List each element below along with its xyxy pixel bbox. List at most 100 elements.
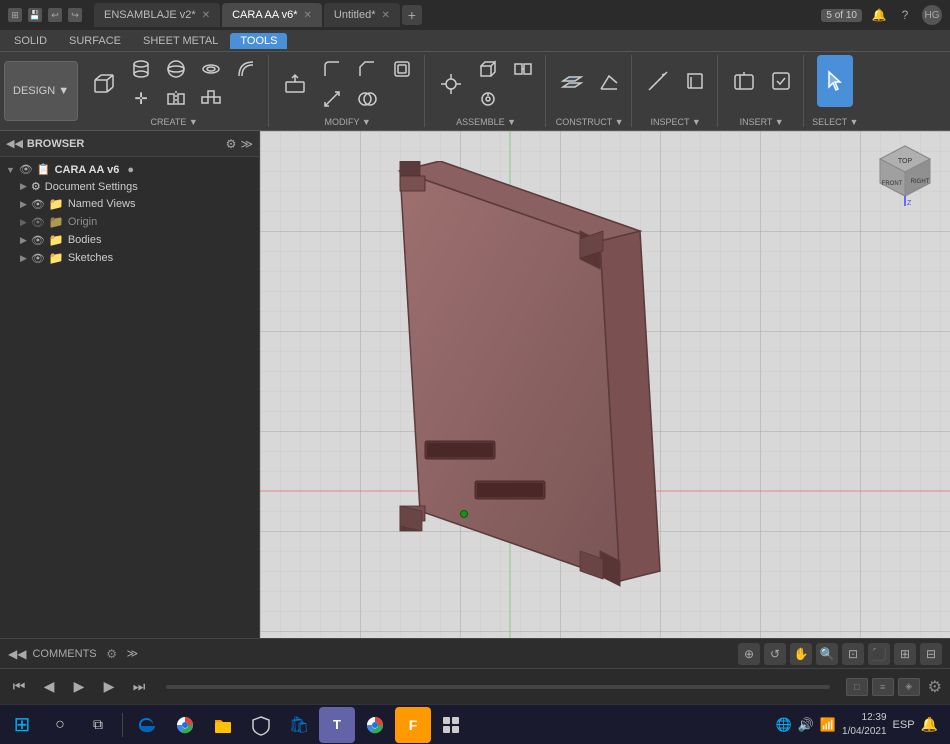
bottom-collapse-icon[interactable]: ◀◀ (8, 647, 26, 661)
frame-icon-3[interactable]: ◈ (898, 678, 920, 696)
tab-cara[interactable]: CARA AA v6* ✕ (222, 3, 322, 27)
collapse-icon[interactable]: ◀◀ (6, 137, 23, 150)
fit-view-icon[interactable]: ⊡ (842, 643, 864, 665)
tree-item-named-views[interactable]: ▶ 👁 📁 Named Views (0, 195, 259, 213)
modify-combine-tool[interactable] (351, 85, 383, 113)
tree-item-sketches[interactable]: ▶ 👁 📁 Sketches (0, 249, 259, 267)
play-button[interactable]: ▶ (68, 676, 90, 698)
viewport[interactable]: TOP RIGHT FRONT Z (260, 131, 950, 638)
modify-shell-tool[interactable] (386, 55, 418, 83)
eye-icon[interactable]: 👁 (31, 252, 45, 265)
clock[interactable]: 12:39 1/04/2021 (842, 711, 887, 739)
volume-icon[interactable]: 🔊 (798, 717, 814, 733)
help-icon[interactable]: ? (896, 6, 914, 24)
windows-start-button[interactable]: ⊞ (4, 707, 40, 743)
undo-icon[interactable]: ↩ (48, 8, 62, 22)
construct-offset-plane[interactable] (554, 55, 590, 107)
assemble-new-component[interactable] (472, 55, 504, 83)
save-icon[interactable]: 💾 (28, 8, 42, 22)
create-mirror-tool[interactable] (160, 85, 192, 113)
store-icon[interactable]: 🛍 (281, 707, 317, 743)
eye-icon[interactable]: 👁 (31, 198, 45, 211)
go-start-button[interactable]: ⏮ (8, 676, 30, 698)
tree-root-item[interactable]: ▼ 👁 📋 CARA AA v6 ● (0, 161, 259, 178)
zoom-icon[interactable]: 🔍 (816, 643, 838, 665)
assemble-drive-joint[interactable] (472, 85, 504, 113)
teams-icon[interactable]: T (319, 707, 355, 743)
security-icon[interactable] (243, 707, 279, 743)
pan-icon[interactable]: ✋ (790, 643, 812, 665)
3d-model[interactable] (310, 161, 830, 638)
close-icon[interactable]: ✕ (382, 10, 390, 21)
assemble-rigid-group[interactable] (507, 55, 539, 83)
tab-sheet-metal[interactable]: SHEET METAL (133, 33, 228, 49)
tree-item-doc-settings[interactable]: ▶ ⚙ Document Settings (0, 178, 259, 195)
animation-settings-icon[interactable]: ⚙ (928, 677, 942, 697)
eye-icon[interactable]: 👁 (19, 163, 33, 176)
edge-icon[interactable] (129, 707, 165, 743)
fusion360-icon[interactable]: F (395, 707, 431, 743)
grid-display-icon[interactable]: ⊞ (894, 643, 916, 665)
search-button[interactable]: ○ (42, 707, 78, 743)
modify-press-pull-tool[interactable] (277, 58, 313, 110)
modify-chamfer-tool[interactable] (351, 55, 383, 83)
assemble-joint-tool[interactable] (433, 58, 469, 110)
task-view-button[interactable]: ⧉ (80, 707, 116, 743)
frame-icon-1[interactable]: □ (846, 678, 868, 696)
create-move-tool[interactable]: ✛ (125, 85, 157, 113)
tab-tools[interactable]: TOOLS (230, 33, 287, 49)
user-avatar[interactable]: HG (922, 5, 942, 25)
timeline[interactable] (166, 685, 830, 689)
tab-surface[interactable]: SURFACE (59, 33, 131, 49)
tree-item-origin[interactable]: ▶ 👁 📁 Origin (0, 213, 259, 231)
close-icon[interactable]: ✕ (304, 10, 312, 21)
create-sphere-tool[interactable] (160, 55, 192, 83)
browser-expand-icon[interactable]: ≫ (240, 137, 253, 151)
orbit-icon[interactable]: ↺ (764, 643, 786, 665)
notifications-icon[interactable]: 🔔 (870, 6, 888, 24)
notification-center-icon[interactable]: 🔔 (921, 716, 938, 733)
design-button[interactable]: DESIGN ▼ (4, 61, 78, 121)
insert-svg-tool[interactable] (726, 55, 762, 107)
chrome-icon[interactable] (167, 707, 203, 743)
redo-icon[interactable]: ↪ (68, 8, 82, 22)
nav-cube[interactable]: TOP RIGHT FRONT Z (870, 141, 940, 211)
visible-icon[interactable]: ● (127, 164, 134, 176)
app-icon[interactable] (433, 707, 469, 743)
prev-frame-button[interactable]: ◀ (38, 676, 60, 698)
modify-fillet-tool[interactable] (316, 55, 348, 83)
inspect-section-analysis[interactable] (679, 67, 711, 95)
create-extrude-tool[interactable] (86, 58, 122, 110)
browser-settings-icon[interactable]: ⚙ (226, 137, 237, 151)
bottom-expand-icon[interactable]: ≫ (127, 647, 139, 660)
file-explorer-icon[interactable] (205, 707, 241, 743)
comments-settings-icon[interactable]: ⚙ (103, 645, 121, 663)
chrome2-icon[interactable] (357, 707, 393, 743)
go-end-button[interactable]: ⏭ (128, 676, 150, 698)
create-pattern-tool[interactable] (195, 85, 227, 113)
wifi-icon[interactable]: 📶 (820, 717, 836, 733)
create-torus-tool[interactable] (195, 55, 227, 83)
create-pipe-tool[interactable] (230, 55, 262, 83)
app-grid-icon[interactable]: ⊞ (8, 8, 22, 22)
insert-canvas-tool[interactable] (765, 67, 797, 95)
select-tool[interactable] (817, 55, 853, 107)
tab-untitled[interactable]: Untitled* ✕ (324, 3, 400, 27)
tree-item-bodies[interactable]: ▶ 👁 📁 Bodies (0, 231, 259, 249)
move-view-icon[interactable]: ⊕ (738, 643, 760, 665)
construct-plane-angle[interactable] (593, 67, 625, 95)
close-icon[interactable]: ✕ (202, 10, 210, 21)
visual-style-icon[interactable]: ⊟ (920, 643, 942, 665)
next-frame-button[interactable]: ▶ (98, 676, 120, 698)
network-icon[interactable]: 🌐 (775, 717, 791, 733)
tab-ensamblaje[interactable]: ENSAMBLAJE v2* ✕ (94, 3, 220, 27)
tab-solid[interactable]: SOLID (4, 33, 57, 49)
eye-icon[interactable]: 👁 (31, 216, 45, 229)
frame-icon-2[interactable]: ≡ (872, 678, 894, 696)
eye-icon[interactable]: 👁 (31, 234, 45, 247)
display-mode-icon[interactable]: ⬛ (868, 643, 890, 665)
create-cylinder-tool[interactable] (125, 55, 157, 83)
modify-scale-tool[interactable] (316, 85, 348, 113)
new-tab-button[interactable]: + (402, 5, 422, 25)
inspect-measure-tool[interactable] (640, 55, 676, 107)
